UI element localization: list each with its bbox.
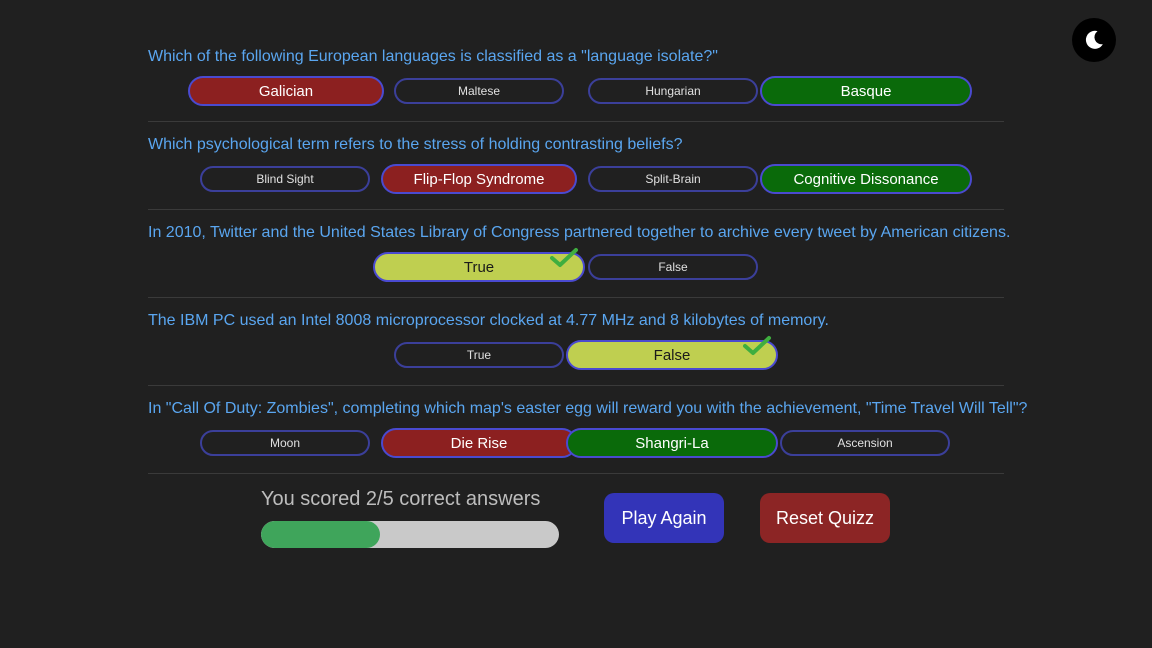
answer-option-true[interactable]: True xyxy=(394,342,564,368)
checkmark-icon xyxy=(743,336,771,355)
answer-option-split-brain[interactable]: Split-Brain xyxy=(588,166,758,192)
answer-options: Blind Sight Flip-Flop Syndrome Split-Bra… xyxy=(148,164,1004,194)
answer-options: Moon Die Rise Shangri-La Ascension xyxy=(148,428,1004,458)
question-4: The IBM PC used an Intel 8008 microproce… xyxy=(148,298,1004,386)
question-text: Which of the following European language… xyxy=(148,48,718,65)
quiz-page: Which of the following European language… xyxy=(0,0,1152,648)
answer-option-blind-sight[interactable]: Blind Sight xyxy=(200,166,370,192)
answer-option-shangri-la[interactable]: Shangri-La xyxy=(566,428,778,458)
answer-option-die-rise[interactable]: Die Rise xyxy=(381,428,577,458)
question-3: In 2010, Twitter and the United States L… xyxy=(148,210,1010,298)
answer-option-label: True xyxy=(463,258,495,276)
reset-quiz-button[interactable]: Reset Quizz xyxy=(760,493,890,543)
question-text: In 2010, Twitter and the United States L… xyxy=(148,224,1011,241)
answer-options: True False xyxy=(148,336,1004,370)
score-text: You scored 2/5 correct answers xyxy=(261,488,541,510)
theme-toggle-button[interactable] xyxy=(1072,18,1116,62)
answer-option-galician[interactable]: Galician xyxy=(188,76,384,106)
question-1: Which of the following European language… xyxy=(148,34,1004,122)
question-list: Which of the following European language… xyxy=(148,34,1027,474)
score-progress-bar xyxy=(261,521,559,548)
question-text: Which psychological term refers to the s… xyxy=(148,136,683,153)
question-text: In "Call Of Duty: Zombies", completing w… xyxy=(148,400,1028,417)
play-again-button[interactable]: Play Again xyxy=(604,493,724,543)
answer-option-flip-flop-syndrome[interactable]: Flip-Flop Syndrome xyxy=(381,164,577,194)
question-5: In "Call Of Duty: Zombies", completing w… xyxy=(148,386,1027,474)
answer-option-false[interactable]: False xyxy=(588,254,758,280)
answer-option-basque[interactable]: Basque xyxy=(760,76,972,106)
score-progress-fill xyxy=(261,521,381,548)
answer-options: True False xyxy=(148,248,1004,282)
answer-option-false[interactable]: False xyxy=(566,336,778,370)
moon-icon xyxy=(1085,30,1103,49)
answer-option-moon[interactable]: Moon xyxy=(200,430,370,456)
answer-option-cognitive-dissonance[interactable]: Cognitive Dissonance xyxy=(760,164,972,194)
answer-options: Galician Maltese Hungarian Basque xyxy=(148,76,1004,106)
question-2: Which psychological term refers to the s… xyxy=(148,122,1004,210)
answer-option-label: False xyxy=(653,346,691,364)
question-text: The IBM PC used an Intel 8008 microproce… xyxy=(148,312,829,329)
answer-option-ascension[interactable]: Ascension xyxy=(780,430,950,456)
answer-option-maltese[interactable]: Maltese xyxy=(394,78,564,104)
checkmark-icon xyxy=(550,248,578,267)
answer-option-hungarian[interactable]: Hungarian xyxy=(588,78,758,104)
answer-option-true[interactable]: True xyxy=(373,248,585,282)
results-panel: You scored 2/5 correct answers Play Agai… xyxy=(148,470,1004,570)
